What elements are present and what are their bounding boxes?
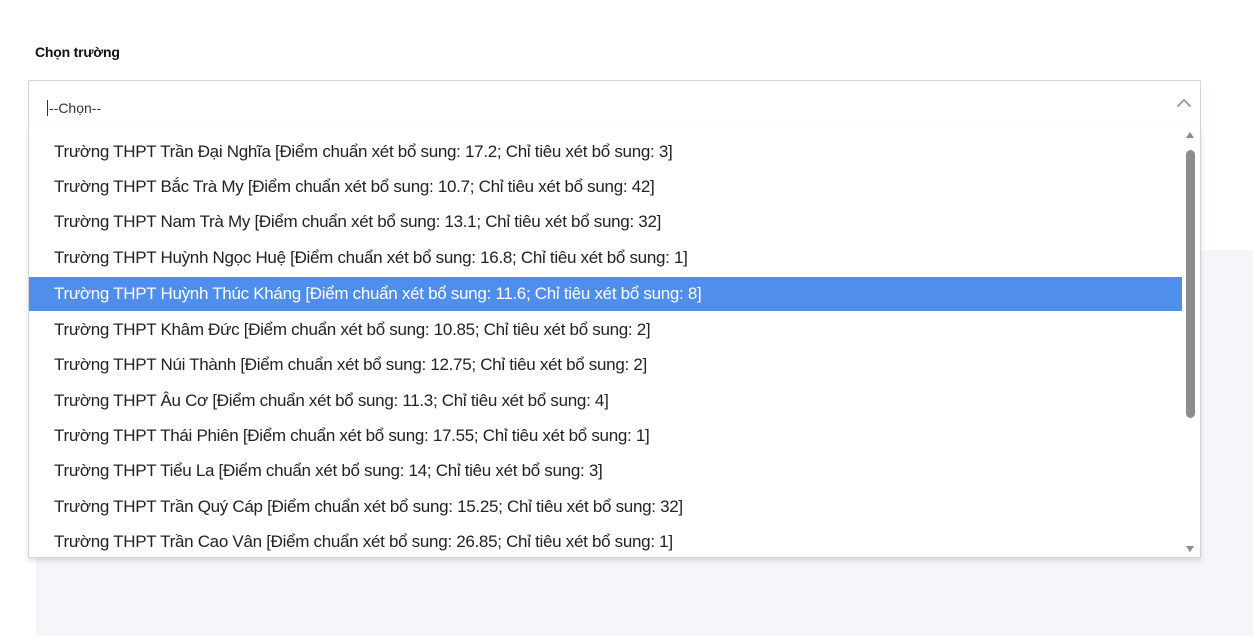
text-cursor <box>47 100 48 116</box>
select-current-value[interactable]: --Chọn-- <box>47 100 101 116</box>
scroll-down-arrow-icon[interactable] <box>1186 546 1194 552</box>
dropdown-option[interactable]: Trường THPT Trần Cao Vân [Điểm chuẩn xét… <box>29 525 1183 557</box>
dropdown-option[interactable]: Trường THPT Huỳnh Ngọc Huệ [Điểm chuẩn x… <box>29 241 1183 275</box>
dropdown-option[interactable]: Trường THPT Khâm Đức [Điểm chuẩn xét bổ … <box>29 313 1183 347</box>
scroll-up-arrow-icon[interactable] <box>1186 132 1194 138</box>
school-select[interactable]: --Chọn-- <box>28 80 1201 126</box>
select-value-text: --Chọn-- <box>49 100 102 116</box>
scrollbar-thumb[interactable] <box>1186 150 1195 418</box>
dropdown-option[interactable]: Trường THPT Âu Cơ [Điểm chuẩn xét bổ sun… <box>29 384 1183 418</box>
chevron-up-icon[interactable] <box>1174 93 1194 113</box>
dropdown-option[interactable]: Trường THPT Tiểu La [Điểm chuẩn xét bổ s… <box>29 454 1183 488</box>
dropdown-option[interactable]: Trường THPT Núi Thành [Điểm chuẩn xét bổ… <box>29 348 1183 382</box>
field-label: Chọn trường <box>35 44 120 60</box>
dropdown-option-highlighted[interactable]: Trường THPT Huỳnh Thúc Kháng [Điểm chuẩn… <box>29 277 1183 311</box>
dropdown-option[interactable]: Trường THPT Nam Trà My [Điểm chuẩn xét b… <box>29 205 1183 239</box>
dropdown-list[interactable]: Trường THPT Trần Đại Nghĩa [Điểm chuẩn x… <box>28 126 1201 558</box>
dropdown-option[interactable]: Trường THPT Trần Quý Cáp [Điểm chuẩn xét… <box>29 490 1183 524</box>
dropdown-option[interactable]: Trường THPT Thái Phiên [Điểm chuẩn xét b… <box>29 419 1183 453</box>
scrollbar[interactable] <box>1182 126 1199 557</box>
dropdown-option[interactable]: Trường THPT Bắc Trà My [Điểm chuẩn xét b… <box>29 170 1183 204</box>
dropdown-option[interactable]: Trường THPT Trần Đại Nghĩa [Điểm chuẩn x… <box>29 135 1183 169</box>
